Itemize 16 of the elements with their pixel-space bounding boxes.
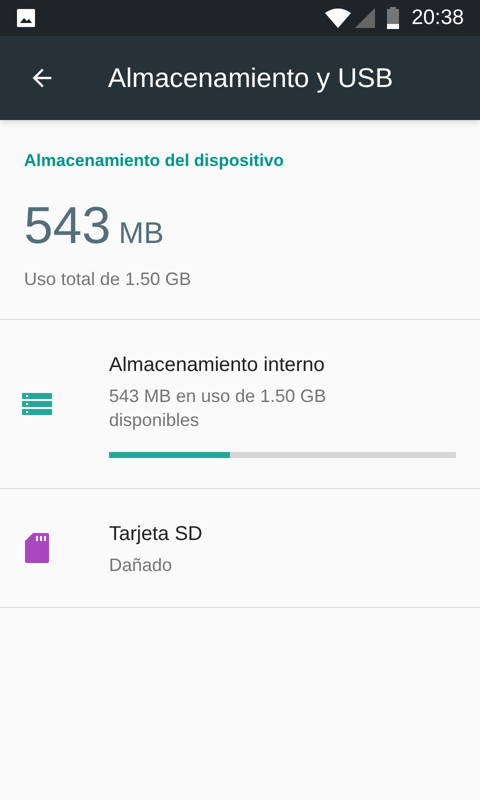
item-summary: 543 MB en uso de 1.50 GB disponibles bbox=[109, 384, 328, 432]
image-icon bbox=[16, 8, 36, 28]
battery-icon bbox=[387, 7, 400, 29]
clock: 20:38 bbox=[411, 5, 464, 32]
section-header: Almacenamiento del dispositivo bbox=[24, 150, 285, 172]
item-summary: Dañado bbox=[109, 554, 174, 576]
storage-list-item[interactable]: Almacenamiento interno 543 MB en uso de 1.50 GB disponibles bbox=[0, 320, 480, 488]
item-title: Almacenamiento interno bbox=[109, 352, 326, 378]
storage-list-item[interactable]: Tarjeta SD Dañado bbox=[0, 488, 480, 608]
item-title: Tarjeta SD bbox=[109, 522, 204, 546]
signal-icon bbox=[355, 8, 376, 28]
screen-title: Almacenamiento y USB bbox=[108, 62, 394, 95]
used-value: 543 bbox=[24, 200, 111, 252]
used-unit: MB bbox=[118, 218, 164, 248]
total-usage: Uso total de 1.50 GB bbox=[24, 268, 192, 290]
wifi-icon bbox=[325, 8, 352, 28]
